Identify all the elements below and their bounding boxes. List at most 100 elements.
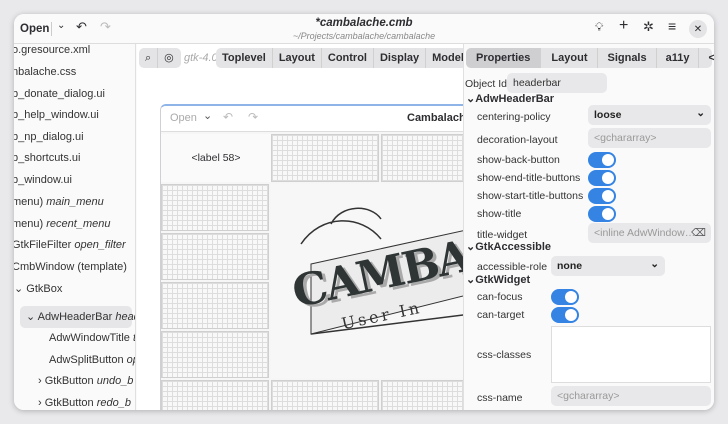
item-type: GtkFileFilter [14,239,72,251]
css-classes-label: css-classes [477,349,532,361]
can-target-switch[interactable] [551,307,579,323]
widget-category-tabs: Toplevel Layout Control Display Model ⌄ [216,48,463,68]
section-title: AdwHeaderBar [475,93,555,105]
section-gtkwidget[interactable]: ⌄GtkWidget [466,273,530,286]
category-toplevel[interactable]: Toplevel [216,48,273,68]
empty-slot[interactable] [271,134,379,182]
lightbulb-icon[interactable]: 💡︎ [595,20,603,35]
expander-icon[interactable]: › [38,397,45,409]
section-title: GtkWidget [475,274,531,286]
accessible-role-select[interactable]: none ⌄ [551,256,665,276]
search-icon[interactable]: ⌕ [139,48,159,68]
undo-icon[interactable]: ↶ [76,19,87,35]
decoration-layout-input[interactable]: <gchararray> [588,128,711,148]
tab-layout[interactable]: Layout [541,48,599,68]
add-icon[interactable]: + [619,17,628,35]
undo-icon[interactable]: ↶ [223,110,233,124]
tree-item[interactable]: b_shortcuts.ui [14,148,80,168]
chevron-down-icon[interactable]: ⌄ [203,109,212,122]
tree-item[interactable]: CmbWindow (template) [14,257,127,277]
item-id: open_filter [74,239,126,251]
open-button[interactable]: Open [20,19,49,39]
category-model[interactable]: Model [426,48,463,68]
centering-policy-select[interactable]: loose ⌄ [588,105,711,125]
tree-item[interactable]: › GtkButton undo_b [38,371,133,391]
preview-title: Cambalache [407,112,463,124]
tree-item[interactable]: nbalache.css [14,62,76,82]
item-id: t [132,332,136,344]
object-id-label: Object Id [465,78,508,90]
empty-slot[interactable] [161,233,269,280]
section-gtkaccessible[interactable]: ⌄GtkAccessible [466,240,551,253]
gtk-version-label: gtk-4.0 [184,52,218,64]
category-layout[interactable]: Layout [273,48,322,68]
expander-icon[interactable]: › [38,375,45,387]
item-id: main_menu [46,196,104,208]
tree-item[interactable]: GtkFileFilter open_filter [14,235,126,255]
tree-item[interactable]: b_np_dialog.ui [14,127,84,147]
css-name-input[interactable]: <gchararray> [551,386,711,406]
item-type: AdwSplitButton [49,354,124,366]
preview-open-button[interactable]: Open [170,112,197,124]
tools-icon[interactable]: ✲ [643,19,654,35]
empty-slot[interactable] [381,380,463,410]
show-back-button-switch[interactable] [588,152,616,168]
object-id-input[interactable]: headerbar [507,73,607,93]
label-placeholder[interactable]: <label 58> [161,134,271,182]
category-display[interactable]: Display [374,48,427,68]
show-start-title-buttons-switch[interactable] [588,188,616,204]
chevron-down-icon: ⌄ [696,107,705,119]
tab-signals[interactable]: Signals [598,48,657,68]
decoration-layout-label: decoration-layout [477,134,558,146]
empty-slot[interactable] [161,331,269,378]
section-title: GtkAccessible [475,241,552,253]
empty-slot[interactable] [271,380,379,410]
redo-icon[interactable]: ↷ [100,19,111,35]
tree-item[interactable]: AdwWindowTitle t [49,328,136,348]
title-widget-input[interactable]: <inline AdwWindow… ⌫ [588,223,711,243]
clear-icon[interactable]: ⌫ [691,223,706,243]
window-subtitle: ~/Projects/cambalache/cambalache [292,31,436,41]
tree-item[interactable]: b_help_window.ui [14,105,99,125]
select-value: loose [594,109,622,121]
workspace: ⌕ ◎ gtk-4.0 Toplevel Layout Control Displ… [137,44,463,410]
tab-xml[interactable]: </> [699,48,714,68]
tab-properties[interactable]: Properties [466,48,542,68]
tree-item-selected[interactable]: ⌄ AdwHeaderBar heade [26,307,135,327]
close-icon[interactable]: ✕ [689,20,707,38]
redo-icon[interactable]: ↷ [248,110,258,124]
show-end-title-buttons-switch[interactable] [588,170,616,186]
tree-item[interactable]: AdwSplitButton op [49,350,135,370]
tree-item[interactable]: ⌄ GtkBox [14,279,62,299]
section-adwheaderbar[interactable]: ⌄AdwHeaderBar [466,92,554,105]
chevron-down-icon: ⌄ [650,258,659,270]
tree-item[interactable]: › GtkButton redo_b [38,393,131,410]
preview-window: Open ⌄ ↶ ↷ Cambalache <label 58> CAMBAL … [160,104,463,410]
open-menu-chevron-icon[interactable]: ⌄ [57,20,65,31]
item-id: undo_b [96,375,134,387]
item-id: recent_menu [46,218,111,230]
hide-icon[interactable]: ◎ [158,48,180,68]
css-classes-textarea[interactable] [551,326,711,383]
show-title-switch[interactable] [588,206,616,222]
tree-item[interactable]: b_window.ui [14,170,72,190]
tree-item[interactable]: o.gresource.xml [14,44,90,60]
menu-icon[interactable]: ≡ [668,18,676,34]
property-tabs: Properties Layout Signals a11y </> [466,48,714,68]
empty-slot[interactable] [161,282,269,329]
search-toggle-group: ⌕ ◎ [139,48,181,68]
header-bar: Open ⌄ ↶ ↷ *cambalache.cmb ~/Projects/ca… [14,14,714,44]
empty-slot[interactable] [381,134,463,182]
can-focus-switch[interactable] [551,289,579,305]
show-end-title-buttons-label: show-end-title-buttons [477,172,581,184]
empty-slot[interactable] [161,184,269,231]
expander-icon[interactable]: ⌄ [14,283,26,295]
category-control[interactable]: Control [322,48,374,68]
tree-item[interactable]: menu) main_menu [14,192,104,212]
preview-headerbar: Open ⌄ ↶ ↷ Cambalache [161,106,463,132]
empty-slot[interactable] [161,380,269,410]
tab-a11y[interactable]: a11y [657,48,700,68]
tree-item[interactable]: b_donate_dialog.ui [14,84,105,104]
tree-item[interactable]: menu) recent_menu [14,214,110,234]
expander-icon[interactable]: ⌄ [26,311,38,323]
